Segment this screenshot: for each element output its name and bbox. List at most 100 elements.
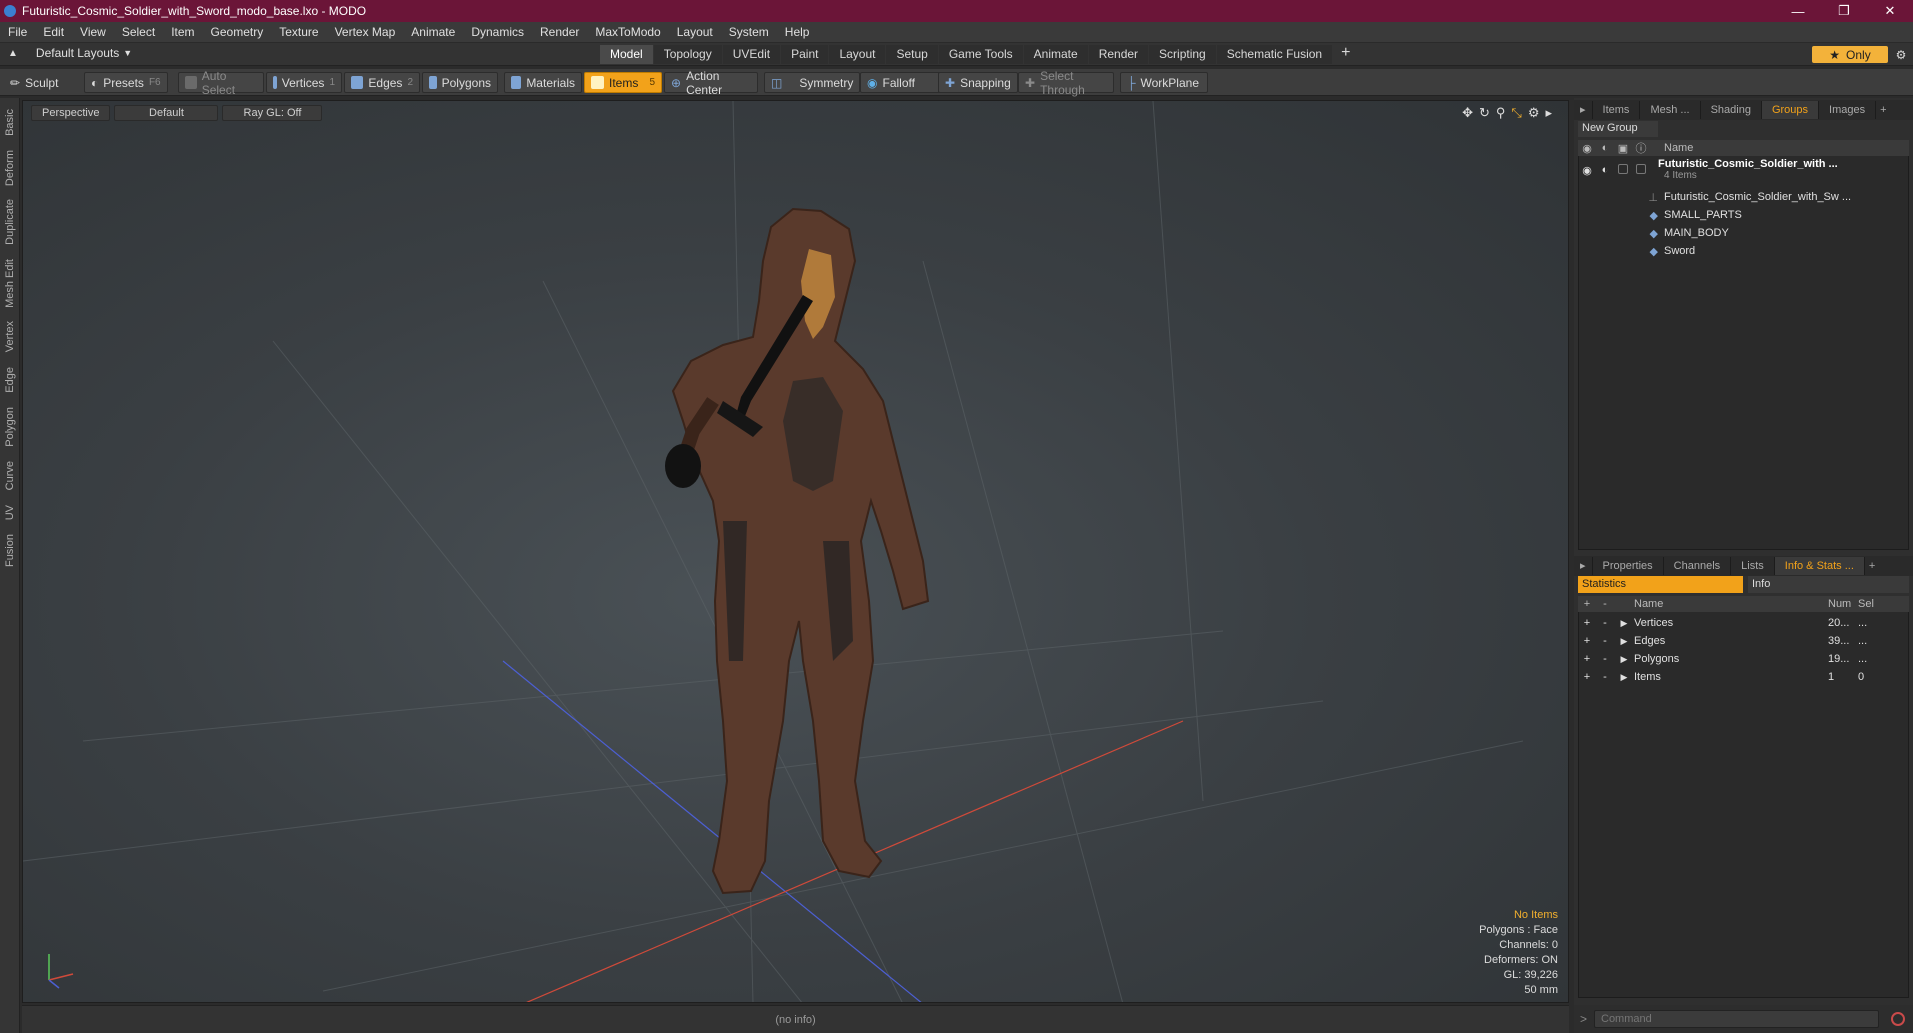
vtab-vertex[interactable]: Vertex [0, 316, 20, 358]
minimize-button[interactable]: — [1775, 0, 1821, 22]
stats-row[interactable]: + - ▶ Polygons 19... ... [1578, 650, 1909, 668]
expand-arrow-icon[interactable]: ▶ [1614, 654, 1634, 665]
tab-game-tools[interactable]: Game Tools [938, 45, 1023, 64]
tab-lists[interactable]: Lists [1731, 557, 1775, 575]
expand-arrow-icon[interactable]: ▶ [1614, 618, 1634, 629]
vtab-duplicate[interactable]: Duplicate [0, 194, 20, 250]
menu-select[interactable]: Select [114, 25, 163, 39]
vtab-edge[interactable]: Edge [0, 362, 20, 398]
menu-geometry[interactable]: Geometry [203, 25, 272, 39]
menu-edit[interactable]: Edit [35, 25, 72, 39]
tab-mesh[interactable]: Mesh ... [1640, 101, 1701, 119]
menu-system[interactable]: System [721, 25, 777, 39]
command-input[interactable] [1594, 1010, 1879, 1028]
expand-arrow-icon[interactable]: ▶ [1614, 672, 1634, 683]
vtab-curve[interactable]: Curve [0, 456, 20, 496]
add-icon[interactable]: + [1578, 635, 1596, 647]
sculpt-button[interactable]: ✏ Sculpt [4, 72, 84, 93]
menu-file[interactable]: File [0, 25, 35, 39]
tab-paint[interactable]: Paint [781, 45, 829, 64]
remove-icon[interactable]: - [1596, 671, 1614, 683]
auto-select-button[interactable]: Auto Select [178, 69, 264, 97]
select-through-button[interactable]: ✚ Select Through [1018, 69, 1114, 97]
tab-scripting[interactable]: Scripting [1149, 45, 1216, 64]
group-row[interactable]: ◉ ◐ Futuristic_Cosmic_Soldier_with ... 4… [1578, 158, 1909, 186]
stats-row[interactable]: + - ▶ Edges 39... ... [1578, 632, 1909, 650]
menu-help[interactable]: Help [777, 25, 818, 39]
edges-button[interactable]: Edges 2 [344, 72, 420, 93]
3d-viewport[interactable]: Perspective Default Ray GL: Off ✥ ↻ ⚲ ⤡ … [22, 100, 1569, 1003]
tab-animate[interactable]: Animate [1023, 45, 1088, 64]
menu-animate[interactable]: Animate [403, 25, 463, 39]
maximize-button[interactable]: ❐ [1821, 0, 1867, 22]
action-center-button[interactable]: ⊕ Action Center [664, 69, 758, 97]
viewport-expand-icon[interactable]: ▸ [1545, 105, 1552, 121]
tab-properties[interactable]: Properties [1593, 557, 1664, 575]
record-icon[interactable] [1891, 1012, 1905, 1026]
eye-icon[interactable]: ◉ [1578, 164, 1596, 177]
add-icon[interactable]: + [1578, 653, 1596, 665]
remove-icon[interactable]: - [1596, 653, 1614, 665]
vtab-basic[interactable]: Basic [0, 102, 20, 142]
expand-all-icon[interactable]: + [1578, 598, 1596, 610]
vtab-fusion[interactable]: Fusion [0, 530, 20, 572]
menu-layout[interactable]: Layout [669, 25, 721, 39]
raygl-toggle[interactable]: Ray GL: Off [222, 105, 323, 121]
group-child-row[interactable]: ⊥ Futuristic_Cosmic_Soldier_with_Sw ... [1578, 188, 1909, 206]
maximize-view-icon[interactable]: ⤡ [1511, 105, 1521, 121]
vtab-uv[interactable]: UV [0, 500, 20, 526]
select-icon[interactable] [1636, 164, 1646, 174]
add-stats-tab-icon[interactable]: + [1865, 557, 1879, 575]
presets-button[interactable]: ◐ Presets F6 [84, 72, 168, 93]
symmetry-button[interactable]: ◫ Symmetry [764, 72, 860, 93]
stats-panel-menu-icon[interactable]: ▸ [1574, 557, 1593, 575]
rotate-view-icon[interactable]: ↻ [1479, 105, 1490, 121]
lock-icon[interactable] [1618, 164, 1628, 174]
vtab-polygon[interactable]: Polygon [0, 402, 20, 452]
menu-texture[interactable]: Texture [271, 25, 326, 39]
menu-dynamics[interactable]: Dynamics [463, 25, 532, 39]
tab-layout[interactable]: Layout [829, 45, 886, 64]
tab-uvedit[interactable]: UVEdit [722, 45, 781, 64]
render-icon[interactable]: ◐ [1596, 164, 1614, 176]
stats-row[interactable]: + - ▶ Vertices 20... ... [1578, 614, 1909, 632]
only-button[interactable]: ★ Only [1812, 46, 1888, 63]
tab-setup[interactable]: Setup [886, 45, 938, 64]
tab-groups[interactable]: Groups [1761, 101, 1820, 119]
stats-row[interactable]: + - ▶ Items 1 0 [1578, 668, 1909, 686]
vtab-deform[interactable]: Deform [0, 146, 20, 190]
panel-menu-icon[interactable]: ▸ [1574, 101, 1593, 119]
menu-render[interactable]: Render [532, 25, 587, 39]
items-button[interactable]: Items 5 [584, 72, 662, 93]
remove-icon[interactable]: - [1596, 635, 1614, 647]
polygons-button[interactable]: Polygons [422, 72, 498, 93]
remove-icon[interactable]: - [1596, 617, 1614, 629]
falloff-button[interactable]: ◉ Falloff [860, 72, 940, 93]
menu-item[interactable]: Item [163, 25, 202, 39]
gear-icon[interactable]: ⚙ [1892, 46, 1910, 63]
vertices-button[interactable]: Vertices 1 [266, 72, 342, 93]
view-type-dropdown[interactable]: Perspective [31, 105, 111, 121]
materials-button[interactable]: Materials [504, 72, 582, 93]
snapping-button[interactable]: ✚ Snapping [938, 72, 1018, 93]
viewport-settings-icon[interactable]: ⚙ [1528, 105, 1540, 121]
tab-schematic-fusion[interactable]: Schematic Fusion [1216, 45, 1333, 64]
group-child-row[interactable]: ◆ Sword [1578, 242, 1909, 260]
close-button[interactable]: ✕ [1867, 0, 1913, 22]
zoom-view-icon[interactable]: ⚲ [1496, 105, 1506, 121]
tab-images[interactable]: Images [1819, 101, 1877, 119]
layout-selector[interactable]: ▲ Default Layouts ▼ [8, 46, 132, 60]
shading-dropdown[interactable]: Default [114, 105, 219, 121]
add-panel-tab-icon[interactable]: + [1876, 101, 1890, 119]
add-icon[interactable]: + [1578, 671, 1596, 683]
statistics-tab[interactable]: Statistics [1578, 576, 1743, 593]
expand-arrow-icon[interactable]: ▶ [1614, 636, 1634, 647]
menu-view[interactable]: View [72, 25, 114, 39]
tab-topology[interactable]: Topology [653, 45, 722, 64]
tab-items[interactable]: Items [1593, 101, 1641, 119]
add-tab-icon[interactable]: + [1333, 45, 1358, 64]
vtab-mesh-edit[interactable]: Mesh Edit [0, 254, 20, 312]
collapse-all-icon[interactable]: - [1596, 598, 1614, 610]
group-child-row[interactable]: ◆ MAIN_BODY [1578, 224, 1909, 242]
menu-maxtomodo[interactable]: MaxToModo [587, 25, 668, 39]
